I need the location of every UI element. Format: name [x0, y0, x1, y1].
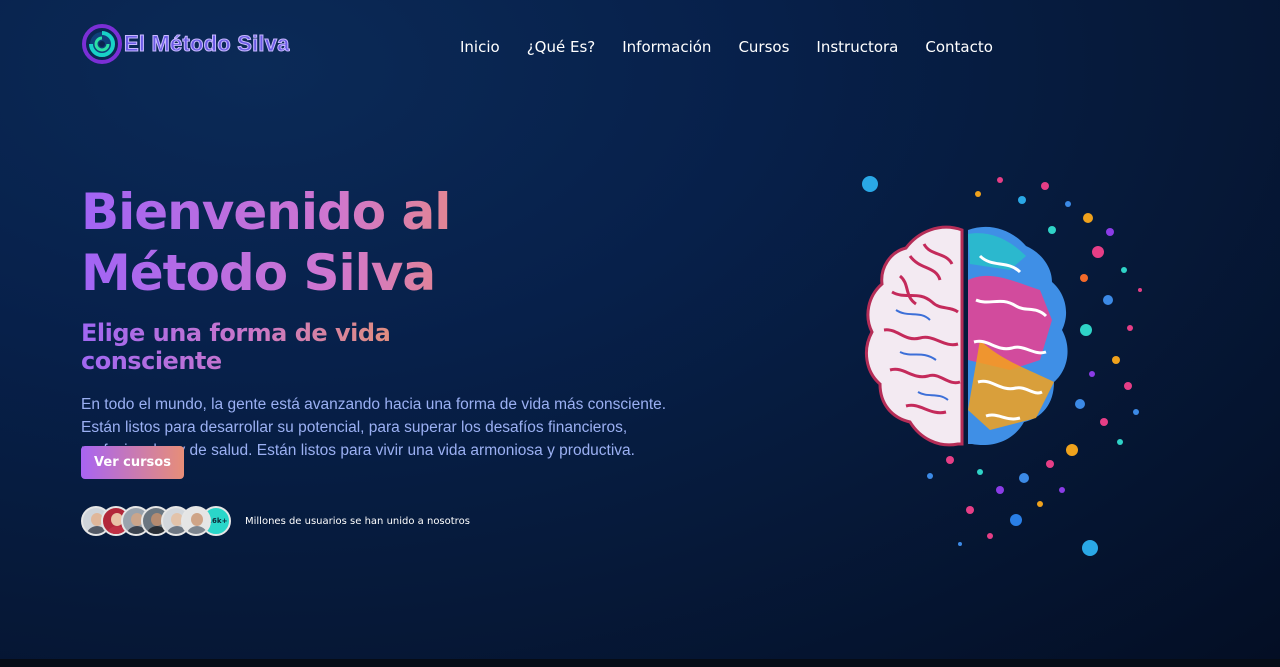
- hero-section: Bienvenido al Método Silva Elige una for…: [81, 182, 681, 462]
- hero-title: Bienvenido al Método Silva: [81, 182, 641, 304]
- avatar-group: 1.6k+: [81, 506, 231, 536]
- social-proof: 1.6k+ Millones de usuarios se han unido …: [81, 506, 470, 536]
- brand-name: El Método Silva: [124, 31, 290, 57]
- ver-cursos-button[interactable]: Ver cursos: [81, 446, 184, 479]
- site-header: El Método Silva Inicio ¿Qué Es? Informac…: [0, 0, 1280, 94]
- nav-instructora[interactable]: Instructora: [816, 38, 898, 56]
- page-bottom-strip: [0, 659, 1280, 667]
- nav-informacion[interactable]: Información: [622, 38, 711, 56]
- nav-cursos[interactable]: Cursos: [738, 38, 789, 56]
- nav-contacto[interactable]: Contacto: [925, 38, 993, 56]
- logo-swirl-icon: [82, 24, 122, 64]
- avatar: [181, 506, 211, 536]
- nav-inicio[interactable]: Inicio: [460, 38, 500, 56]
- main-nav: Inicio ¿Qué Es? Información Cursos Instr…: [460, 38, 993, 56]
- hero-subtitle: Elige una forma de vida consciente: [81, 319, 501, 375]
- brain-illustration: [862, 176, 1142, 556]
- brand-logo[interactable]: El Método Silva: [82, 24, 290, 64]
- nav-que-es[interactable]: ¿Qué Es?: [527, 38, 596, 56]
- social-proof-text: Millones de usuarios se han unido a noso…: [245, 515, 470, 527]
